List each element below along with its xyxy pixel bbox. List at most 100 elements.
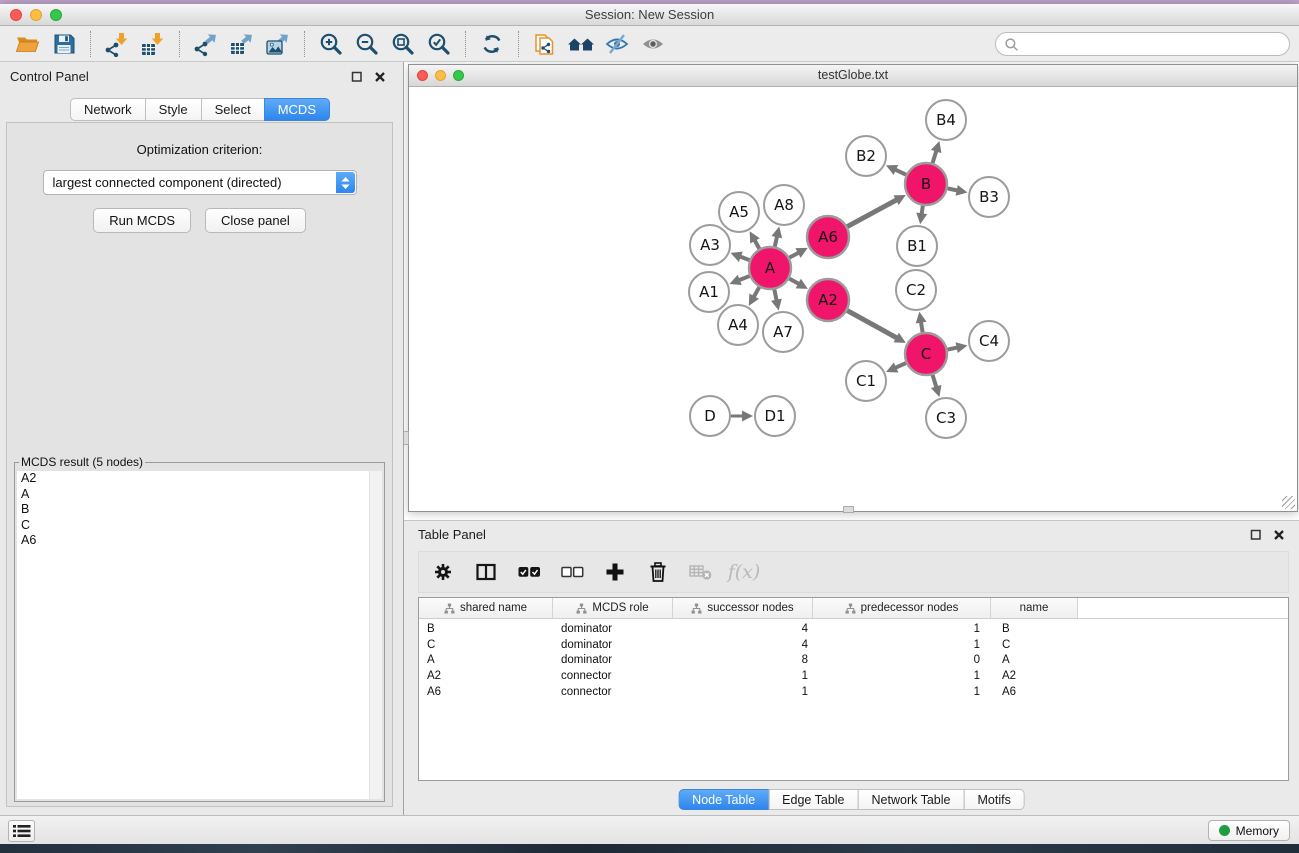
graph-node-C1[interactable]	[846, 361, 886, 401]
bottom-edge-grip[interactable]	[843, 506, 854, 513]
export-network-button[interactable]	[188, 29, 224, 59]
tab-mcds[interactable]: MCDS	[264, 98, 330, 121]
graph-node-A2[interactable]	[807, 279, 849, 321]
export-image-button[interactable]	[260, 29, 296, 59]
column-header-predecessor-nodes[interactable]: predecessor nodes	[813, 598, 991, 618]
zoom-fit-button[interactable]	[385, 29, 421, 59]
tab-edge-table[interactable]: Edge Table	[768, 789, 858, 810]
save-session-button[interactable]	[46, 29, 82, 59]
graph-node-C[interactable]	[905, 333, 947, 375]
graph-node-A3[interactable]	[690, 225, 730, 265]
add-column-button[interactable]	[597, 555, 633, 589]
minimize-window-button[interactable]	[30, 9, 42, 21]
zoom-network-button[interactable]	[453, 70, 464, 81]
show-all-columns-button[interactable]	[511, 555, 547, 589]
hide-selected-nodes-button[interactable]	[599, 29, 635, 59]
mcds-result-item[interactable]: B	[17, 502, 382, 518]
table-row[interactable]: A6connector11A6	[419, 684, 1288, 700]
tab-style[interactable]: Style	[145, 98, 202, 121]
network-canvas[interactable]: AA1A2A3A4A5A6A7A8BB1B2B3B4CC1C2C3C4DD1	[409, 87, 1297, 511]
mcds-result-item[interactable]: A	[17, 487, 382, 503]
graph-node-A4[interactable]	[718, 305, 758, 345]
graph-node-A7[interactable]	[763, 312, 803, 352]
tab-network[interactable]: Network	[70, 98, 146, 121]
column-header-shared-name[interactable]: shared name	[419, 598, 553, 618]
graph-node-A1[interactable]	[689, 272, 729, 312]
hide-all-columns-button[interactable]	[554, 555, 590, 589]
table-cell: dominator	[553, 654, 673, 666]
left-edge-grip[interactable]	[404, 431, 409, 445]
graph-edge-B-B4[interactable]	[933, 150, 937, 163]
optimization-criterion-select[interactable]: largest connected component (directed)	[43, 170, 357, 195]
column-header-name[interactable]: name	[991, 598, 1078, 618]
column-header-mcds-role[interactable]: MCDS role	[553, 598, 673, 618]
show-network-home-button[interactable]	[563, 29, 599, 59]
mcds-result-item[interactable]: A6	[17, 533, 382, 549]
graph-node-A5[interactable]	[719, 192, 759, 232]
float-table-panel-button[interactable]	[1249, 528, 1262, 541]
close-window-button[interactable]	[10, 9, 22, 21]
zoom-out-button[interactable]	[349, 29, 385, 59]
apply-layout-button[interactable]	[474, 29, 510, 59]
graph-node-C3[interactable]	[926, 398, 966, 438]
close-table-panel-button[interactable]	[1272, 528, 1285, 541]
graph-node-B[interactable]	[905, 163, 947, 205]
graph-node-B1[interactable]	[897, 226, 937, 266]
plus-icon	[604, 561, 626, 583]
column-header-successor-nodes[interactable]: successor nodes	[673, 598, 813, 618]
graph-edge-A2-C[interactable]	[847, 311, 898, 339]
scrollbar-track[interactable]	[369, 471, 382, 799]
mcds-result-item[interactable]: A2	[17, 471, 382, 487]
graph-node-C2[interactable]	[896, 270, 936, 310]
export-table-button[interactable]	[224, 29, 260, 59]
delete-columns-button[interactable]	[640, 555, 676, 589]
delete-table-button[interactable]	[683, 555, 719, 589]
resize-grip-icon[interactable]	[1282, 496, 1295, 509]
table-row[interactable]: Cdominator41C	[419, 637, 1288, 653]
fullscreen-window-button[interactable]	[50, 9, 62, 21]
tab-motifs[interactable]: Motifs	[963, 789, 1024, 810]
tab-node-table[interactable]: Node Table	[678, 789, 769, 810]
show-hidden-nodes-button[interactable]	[635, 29, 671, 59]
split-table-button[interactable]	[468, 555, 504, 589]
table-row[interactable]: A2connector11A2	[419, 668, 1288, 684]
graph-node-A[interactable]	[749, 247, 791, 289]
graph-node-D1[interactable]	[755, 396, 795, 436]
mcds-result-item[interactable]: C	[17, 518, 382, 534]
graph-node-B2[interactable]	[846, 136, 886, 176]
memory-button[interactable]: Memory	[1208, 820, 1290, 841]
graph-edge-A6-B[interactable]	[847, 199, 898, 226]
close-panel-button2[interactable]: Close panel	[205, 208, 306, 233]
table-cell: A	[419, 654, 553, 666]
graph-node-C4[interactable]	[969, 321, 1009, 361]
float-panel-button[interactable]	[350, 70, 363, 83]
close-panel-button[interactable]	[373, 70, 386, 83]
table-row[interactable]: Bdominator41B	[419, 621, 1288, 637]
export-table-icon	[229, 31, 255, 57]
tab-network-table[interactable]: Network Table	[858, 789, 965, 810]
close-network-button[interactable]	[417, 70, 428, 81]
tab-select[interactable]: Select	[201, 98, 265, 121]
import-network-button[interactable]	[99, 29, 135, 59]
graph-edge-C-C3[interactable]	[933, 375, 937, 388]
graph-node-A6[interactable]	[807, 216, 849, 258]
toolbar-separator	[179, 31, 180, 57]
table-settings-button[interactable]	[425, 555, 461, 589]
graph-node-D[interactable]	[690, 396, 730, 436]
function-builder-button[interactable]: f(x)	[726, 555, 762, 589]
graph-node-A8[interactable]	[764, 185, 804, 225]
graph-node-B3[interactable]	[969, 177, 1009, 217]
zoom-selected-button[interactable]	[421, 29, 457, 59]
sort-hierarchy-icon	[691, 603, 702, 614]
open-session-button[interactable]	[10, 29, 46, 59]
network-from-selection-button[interactable]	[527, 29, 563, 59]
import-table-button[interactable]	[135, 29, 171, 59]
search-input[interactable]	[1023, 35, 1289, 53]
table-row[interactable]: Adominator80A	[419, 653, 1288, 669]
minimize-network-button[interactable]	[435, 70, 446, 81]
run-mcds-button[interactable]: Run MCDS	[93, 208, 191, 233]
zoom-in-button[interactable]	[313, 29, 349, 59]
task-history-button[interactable]	[8, 820, 35, 842]
network-graph: AA1A2A3A4A5A6A7A8BB1B2B3B4CC1C2C3C4DD1	[409, 87, 1297, 511]
graph-node-B4[interactable]	[926, 100, 966, 140]
